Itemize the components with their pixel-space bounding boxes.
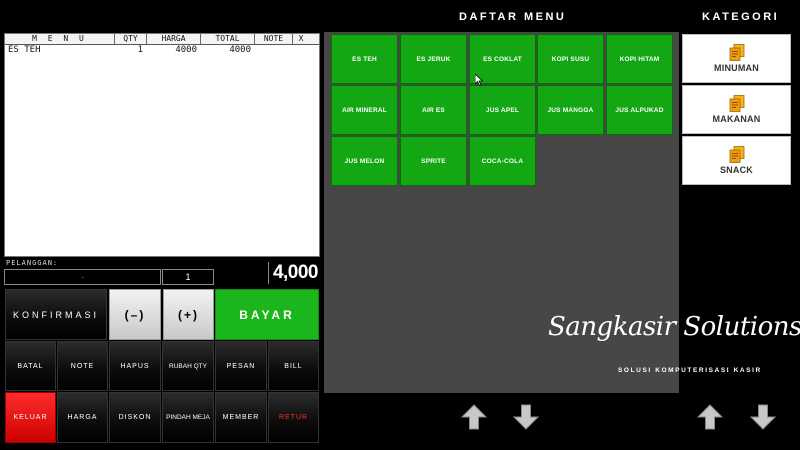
plus-button[interactable]: (+) bbox=[163, 289, 214, 340]
category-minuman[interactable]: MINUMAN bbox=[682, 34, 791, 83]
col-close[interactable]: X bbox=[293, 34, 309, 44]
bayar-button[interactable]: BAYAR bbox=[215, 289, 319, 340]
qty-field[interactable]: 1 bbox=[162, 269, 214, 285]
document-icon bbox=[729, 146, 744, 163]
diskon-button[interactable]: DISKON bbox=[109, 392, 161, 443]
document-icon bbox=[729, 95, 744, 112]
menu-item-jus-apel[interactable]: JUS APEL bbox=[469, 85, 536, 135]
note-button[interactable]: NOTE bbox=[57, 341, 108, 391]
grand-total: 4,000 bbox=[266, 260, 319, 286]
category-label: SNACK bbox=[719, 165, 753, 175]
document-icon bbox=[729, 44, 744, 61]
brand-logo: Sangkasir Solutions bbox=[548, 312, 800, 342]
row-note bbox=[255, 45, 293, 55]
hapus-button[interactable]: HAPUS bbox=[109, 341, 161, 391]
bill-button[interactable]: BILL bbox=[268, 341, 319, 391]
menu-item-es-teh[interactable]: ES TEH bbox=[331, 34, 398, 84]
kategori-title: KATEGORI bbox=[702, 11, 780, 23]
col-qty: QTY bbox=[115, 34, 147, 44]
menu-item-coca-cola[interactable]: COCA-COLA bbox=[469, 136, 536, 186]
menu-item-jus-melon[interactable]: JUS MELON bbox=[331, 136, 398, 186]
harga-button[interactable]: HARGA bbox=[57, 392, 108, 443]
col-note: NOTE bbox=[255, 34, 293, 44]
row-x bbox=[293, 45, 309, 55]
menu-item-kopi-susu[interactable]: KOPI SUSU bbox=[537, 34, 604, 84]
rubah-qty-button[interactable]: RUBAH QTY bbox=[162, 341, 214, 391]
menu-item-air-es[interactable]: AIR ES bbox=[400, 85, 467, 135]
batal-button[interactable]: BATAL bbox=[5, 341, 56, 391]
row-harga: 4000 bbox=[175, 45, 197, 55]
menu-item-kopi-hitam[interactable]: KOPI HITAM bbox=[606, 34, 673, 84]
category-scroll-down-arrow-icon[interactable] bbox=[750, 404, 776, 430]
brand-tagline: SOLUSI KOMPUTERISASI KASIR bbox=[618, 367, 762, 374]
pesan-button[interactable]: PESAN bbox=[215, 341, 267, 391]
col-harga: HARGA bbox=[147, 34, 201, 44]
retur-button[interactable]: RETUR bbox=[268, 392, 319, 443]
order-table[interactable]: M E N U QTY HARGA TOTAL NOTE X ES TEH 1 … bbox=[4, 33, 320, 257]
customer-field[interactable]: - bbox=[4, 269, 161, 285]
menu-item-sprite[interactable]: SPRITE bbox=[400, 136, 467, 186]
col-menu: M E N U bbox=[5, 34, 115, 44]
pindah-meja-button[interactable]: PINDAH MEJA bbox=[162, 392, 214, 443]
order-table-header: M E N U QTY HARGA TOTAL NOTE X bbox=[5, 34, 319, 45]
table-row[interactable]: ES TEH 1 4000 4000 bbox=[5, 45, 319, 55]
menu-item-es-jeruk[interactable]: ES JERUK bbox=[400, 34, 467, 84]
member-button[interactable]: MEMBER bbox=[215, 392, 267, 443]
menu-scroll-down-arrow-icon[interactable] bbox=[513, 404, 539, 430]
category-scroll-up-arrow-icon[interactable] bbox=[697, 404, 723, 430]
menu-item-jus-alpukad[interactable]: JUS ALPUKAD bbox=[606, 85, 673, 135]
row-menu: ES TEH bbox=[8, 45, 41, 55]
category-snack[interactable]: SNACK bbox=[682, 136, 791, 185]
menu-title: DAFTAR MENU bbox=[459, 11, 567, 23]
menu-item-jus-mangga[interactable]: JUS MANGGA bbox=[537, 85, 604, 135]
keluar-button[interactable]: KELUAR bbox=[5, 392, 56, 443]
konfirmasi-button[interactable]: KONFIRMASI bbox=[5, 289, 107, 340]
category-label: MAKANAN bbox=[712, 114, 761, 124]
menu-scroll-up-arrow-icon[interactable] bbox=[461, 404, 487, 430]
row-qty: 1 bbox=[137, 45, 143, 55]
category-label: MINUMAN bbox=[714, 63, 759, 73]
col-total: TOTAL bbox=[201, 34, 255, 44]
mouse-cursor-icon bbox=[475, 74, 483, 86]
menu-item-air-mineral[interactable]: AIR MINERAL bbox=[331, 85, 398, 135]
customer-label: PELANGGAN: bbox=[6, 259, 59, 267]
category-makanan[interactable]: MAKANAN bbox=[682, 85, 791, 134]
minus-button[interactable]: (–) bbox=[109, 289, 161, 340]
row-total: 4000 bbox=[229, 45, 251, 55]
